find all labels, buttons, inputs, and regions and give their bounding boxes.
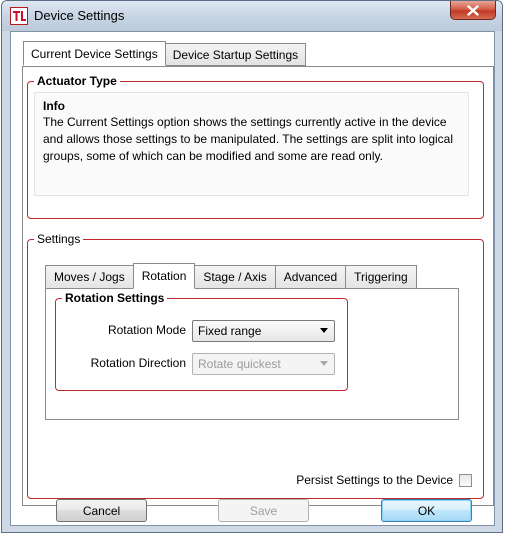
settings-group: Settings Moves / Jogs Rotation Stage / A… (27, 231, 484, 499)
actuator-type-legend: Actuator Type (34, 73, 120, 89)
cancel-button[interactable]: Cancel (56, 499, 147, 522)
close-button[interactable] (450, 1, 496, 20)
rotation-settings-group: Rotation Settings Rotation Mode Fixed ra… (55, 290, 348, 391)
tab-device-startup-settings[interactable]: Device Startup Settings (164, 43, 307, 66)
info-title: Info (43, 99, 65, 113)
actuator-type-group: Actuator Type Info The Current Settings … (27, 73, 484, 219)
close-icon (467, 4, 479, 16)
tab-triggering[interactable]: Triggering (345, 265, 417, 289)
tab-advanced[interactable]: Advanced (274, 265, 347, 289)
rotation-mode-value: Fixed range (198, 324, 262, 338)
window-title: Device Settings (34, 8, 125, 23)
tab-moves-jogs[interactable]: Moves / Jogs (45, 265, 134, 289)
main-tab-strip: Current Device Settings Device Startup S… (23, 41, 307, 66)
tab-rotation[interactable]: Rotation (132, 263, 196, 289)
rotation-direction-select: Rotate quickest (192, 353, 335, 375)
rotation-tab-panel: Rotation Settings Rotation Mode Fixed ra… (45, 288, 459, 420)
chevron-down-icon (320, 361, 328, 366)
device-settings-window: Device Settings Current Device Settings … (1, 0, 503, 533)
settings-legend: Settings (34, 231, 84, 247)
persist-settings-option[interactable]: Persist Settings to the Device (296, 473, 472, 487)
title-bar[interactable]: Device Settings (2, 1, 502, 31)
save-button: Save (218, 499, 309, 522)
info-box: Info The Current Settings option shows t… (34, 92, 469, 196)
rotation-mode-select[interactable]: Fixed range (192, 320, 335, 342)
ok-button[interactable]: OK (381, 499, 472, 522)
persist-settings-label: Persist Settings to the Device (296, 473, 453, 487)
info-text: The Current Settings option shows the se… (43, 115, 454, 163)
rotation-mode-label: Rotation Mode (107, 323, 186, 337)
rotation-direction-label: Rotation Direction (90, 356, 186, 370)
tab-stage-axis[interactable]: Stage / Axis (194, 265, 276, 289)
persist-settings-checkbox[interactable] (459, 473, 472, 487)
chevron-down-icon (320, 328, 328, 333)
rotation-direction-value: Rotate quickest (198, 357, 281, 371)
dialog-client-area: Current Device Settings Device Startup S… (10, 31, 495, 526)
tab-current-device-settings[interactable]: Current Device Settings (23, 41, 166, 66)
current-settings-panel: Actuator Type Info The Current Settings … (22, 66, 494, 506)
rotation-settings-legend: Rotation Settings (62, 290, 168, 306)
settings-tab-strip: Moves / Jogs Rotation Stage / Axis Advan… (45, 263, 417, 289)
thorlabs-logo-icon (10, 7, 28, 25)
